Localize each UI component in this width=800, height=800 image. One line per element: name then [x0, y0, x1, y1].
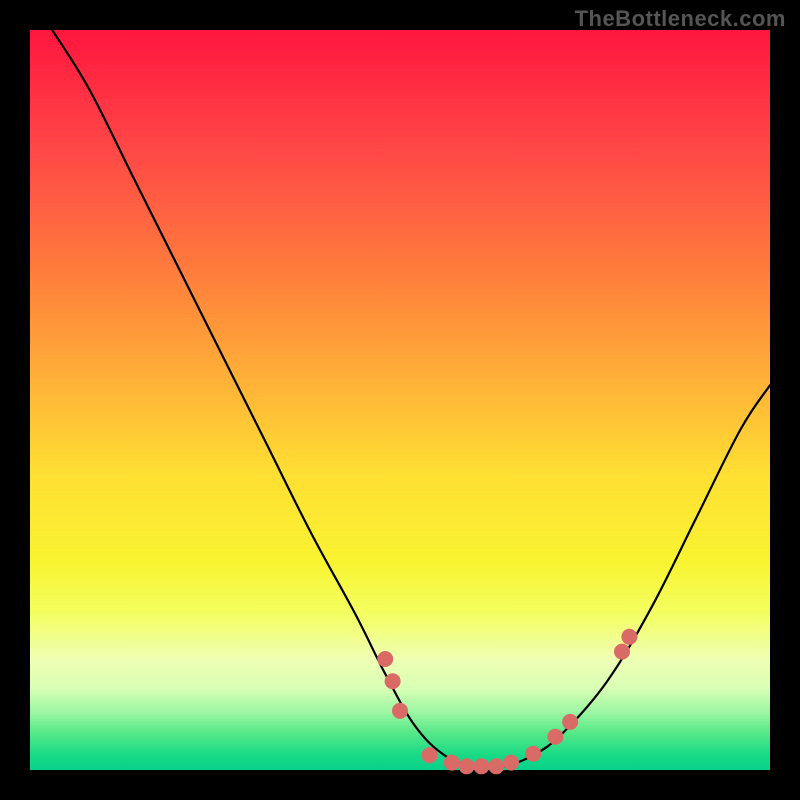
chart-frame: TheBottleneck.com	[0, 0, 800, 800]
data-point	[377, 651, 393, 667]
data-point	[422, 747, 438, 763]
data-point	[621, 629, 637, 645]
data-point	[385, 673, 401, 689]
data-point	[392, 703, 408, 719]
data-point	[503, 755, 519, 771]
data-point	[547, 729, 563, 745]
data-point	[525, 746, 541, 762]
data-point	[459, 758, 475, 774]
data-point	[562, 714, 578, 730]
data-points	[377, 629, 637, 775]
watermark-text: TheBottleneck.com	[575, 6, 786, 32]
bottleneck-curve	[52, 30, 770, 768]
data-point	[444, 755, 460, 771]
curve-layer	[30, 30, 770, 770]
plot-area	[30, 30, 770, 770]
data-point	[614, 644, 630, 660]
data-point	[473, 758, 489, 774]
data-point	[488, 758, 504, 774]
